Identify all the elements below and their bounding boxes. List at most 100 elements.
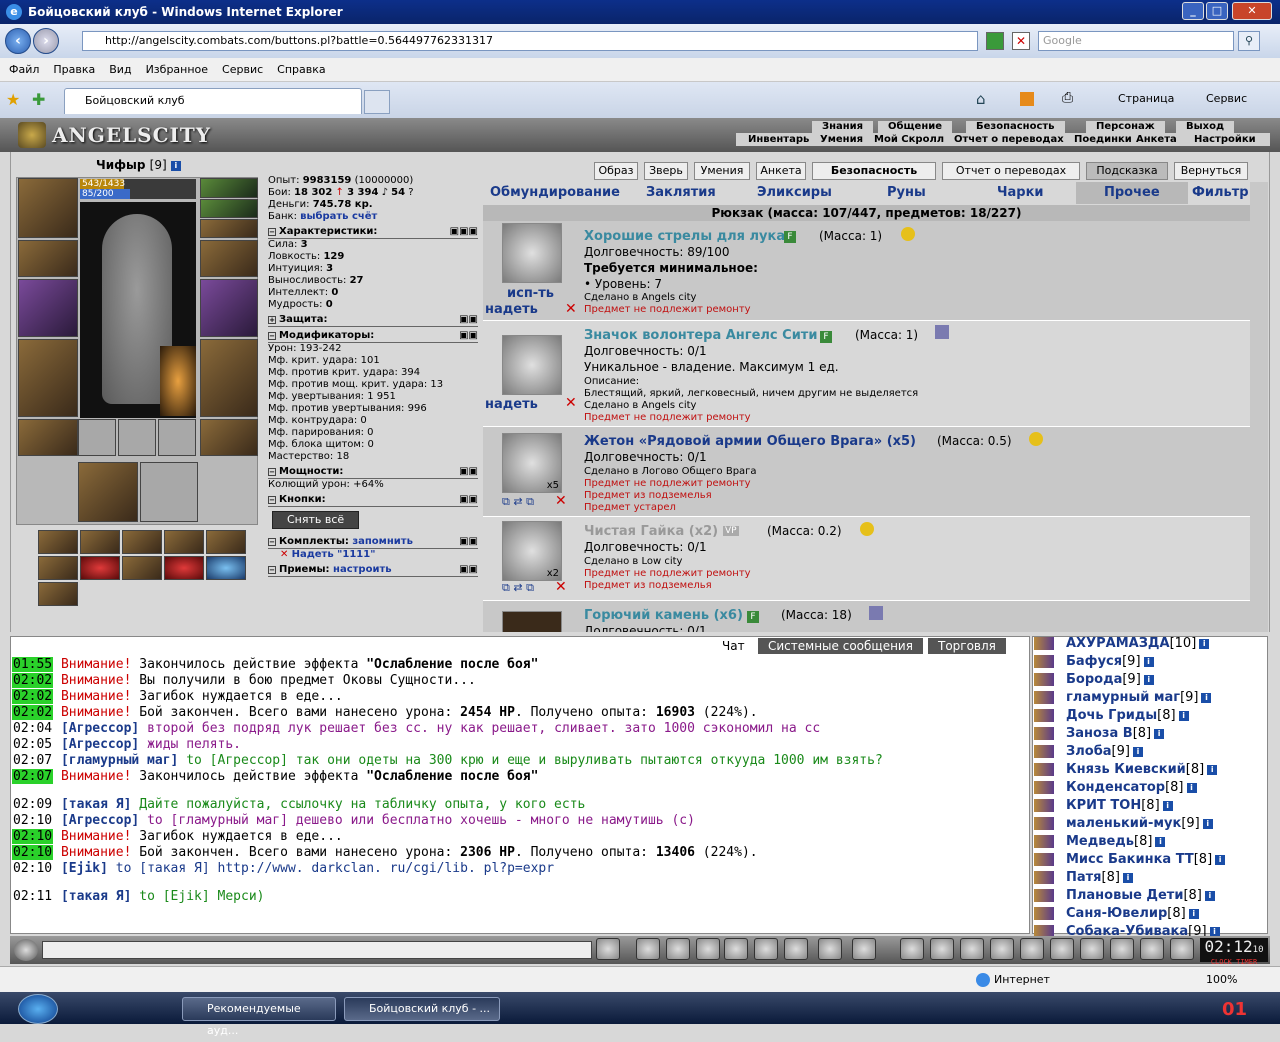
- toolbar-icon[interactable]: [754, 938, 778, 960]
- submenu-scroll[interactable]: Мой Скролл: [874, 134, 944, 146]
- chat-timestamp[interactable]: 02:02: [12, 689, 54, 704]
- info-icon[interactable]: i: [1178, 710, 1189, 721]
- profile-button[interactable]: Анкета: [756, 162, 806, 180]
- tab-fightclub[interactable]: Бойцовский клуб: [64, 88, 362, 114]
- cat-filter[interactable]: Фильтр: [1192, 185, 1249, 200]
- chat-nick[interactable]: [такая Я]: [61, 797, 131, 812]
- split-actions-icon[interactable]: ⧉ ⇄ ⧉: [502, 495, 534, 509]
- refresh-icon[interactable]: [986, 32, 1004, 50]
- user-item[interactable]: Дочь Гриды[8] i: [1034, 708, 1189, 723]
- remember-set-link[interactable]: запомнить: [352, 536, 413, 547]
- belt-slot[interactable]: [18, 419, 78, 456]
- user-item[interactable]: Патя[8] i: [1034, 870, 1133, 885]
- section-protection[interactable]: + Защита: ▣▣: [268, 314, 478, 327]
- helmet-slot[interactable]: [18, 178, 78, 238]
- chat-nick[interactable]: [Агрессор]: [61, 813, 139, 828]
- chat-nick[interactable]: [такая Я]: [61, 889, 131, 904]
- menu-knowledge[interactable]: Знания: [812, 121, 874, 133]
- user-item[interactable]: КРИТ ТОН[8] i: [1034, 798, 1173, 813]
- earrings-slot[interactable]: [200, 178, 258, 198]
- toolbar-icon[interactable]: [596, 938, 620, 960]
- effect-icon[interactable]: [122, 530, 162, 554]
- chat-timestamp[interactable]: 02:10: [12, 861, 53, 876]
- split-actions-icon[interactable]: ⧉ ⇄ ⧉: [502, 581, 534, 595]
- menu-help[interactable]: Справка: [277, 63, 325, 76]
- chat-timestamp[interactable]: 02:09: [12, 797, 53, 812]
- toolbar-icon[interactable]: [1020, 938, 1044, 960]
- section-characteristics[interactable]: − Характеристики: ▣▣▣: [268, 226, 478, 239]
- start-button[interactable]: [18, 994, 58, 1024]
- empty-slot[interactable]: [118, 419, 156, 456]
- toolbar-icon[interactable]: [724, 938, 748, 960]
- user-status-icon[interactable]: [1034, 781, 1054, 794]
- section-power[interactable]: − Мощности: ▣▣: [268, 466, 478, 479]
- user-status-icon[interactable]: [1034, 655, 1054, 668]
- item-name[interactable]: Жетон «Рядовой армии Общего Врага» (x5): [584, 434, 916, 449]
- info-icon[interactable]: i: [1162, 800, 1173, 811]
- item-name[interactable]: Чистая Гайка (x2): [584, 524, 718, 539]
- toolbar-icon[interactable]: [666, 938, 690, 960]
- user-item[interactable]: Злоба[9] i: [1034, 744, 1143, 759]
- menu-edit[interactable]: Правка: [53, 63, 95, 76]
- effect-icon[interactable]: [206, 530, 246, 554]
- stop-icon[interactable]: ✕: [1012, 32, 1030, 50]
- wear-set-link[interactable]: Надеть "1111": [292, 549, 376, 560]
- toolbar-icon[interactable]: [1080, 938, 1104, 960]
- user-status-icon[interactable]: [1034, 907, 1054, 920]
- tab-chat[interactable]: Чат: [712, 638, 755, 654]
- remove-all-button[interactable]: Снять всё: [272, 511, 360, 529]
- info-icon[interactable]: i: [1122, 872, 1133, 883]
- image-button[interactable]: Образ: [594, 162, 638, 180]
- print-icon[interactable]: ⎙: [1062, 90, 1073, 106]
- boots-slot[interactable]: [200, 419, 258, 456]
- use-link[interactable]: исп-ть: [507, 286, 554, 301]
- pet-button[interactable]: Зверь: [644, 162, 688, 180]
- menu-tools[interactable]: Сервис: [222, 63, 263, 76]
- user-status-icon[interactable]: [1034, 817, 1054, 830]
- bracers-slot[interactable]: [18, 240, 78, 277]
- section-buttons[interactable]: − Кнопки: ▣▣: [268, 494, 478, 507]
- chat-timestamp[interactable]: 02:05: [12, 737, 53, 752]
- favorites-star-icon[interactable]: ★: [6, 90, 20, 109]
- back-button[interactable]: ‹: [5, 28, 31, 54]
- cat-other[interactable]: Прочее: [1104, 185, 1160, 200]
- cat-equipment[interactable]: Обмундирование: [490, 185, 620, 200]
- menu-view[interactable]: Вид: [109, 63, 131, 76]
- info-icon[interactable]: i: [1143, 674, 1154, 685]
- legs-slot[interactable]: [200, 339, 258, 417]
- submenu-settings[interactable]: Настройки: [1194, 134, 1256, 146]
- minimize-button[interactable]: _: [1182, 2, 1204, 20]
- toolbar-icon[interactable]: [930, 938, 954, 960]
- effect-icon[interactable]: [38, 582, 78, 606]
- user-status-icon[interactable]: [1034, 763, 1054, 776]
- bank-link[interactable]: выбрать счёт: [300, 211, 377, 222]
- tools-menu[interactable]: Сервис: [1206, 92, 1247, 105]
- chat-nick[interactable]: [гламурный маг]: [61, 753, 178, 768]
- info-icon[interactable]: i: [1188, 908, 1199, 919]
- drop-icon[interactable]: ✕: [565, 395, 577, 411]
- menu-exit[interactable]: Выход: [1176, 121, 1235, 133]
- info-icon[interactable]: i: [1186, 782, 1197, 793]
- menu-character[interactable]: Персонаж: [1086, 121, 1165, 133]
- submenu-skills[interactable]: Умения: [820, 134, 863, 146]
- cat-elixirs[interactable]: Эликсиры: [757, 185, 832, 200]
- tab-trade[interactable]: Торговля: [928, 638, 1006, 654]
- page-menu[interactable]: Страница: [1118, 92, 1174, 105]
- info-icon[interactable]: i: [170, 160, 181, 171]
- user-status-icon[interactable]: [1034, 709, 1054, 722]
- toolbar-icon[interactable]: [1140, 938, 1164, 960]
- gloves-slot[interactable]: [200, 240, 258, 277]
- info-icon[interactable]: i: [1201, 692, 1212, 703]
- toolbar-icon[interactable]: [818, 938, 842, 960]
- item-name[interactable]: Значок волонтера Ангелс Сити: [584, 328, 817, 343]
- user-status-icon[interactable]: [1034, 745, 1054, 758]
- user-item[interactable]: АХУРАМАЗДА[10] i: [1034, 636, 1210, 651]
- chat-nick[interactable]: [Агрессор]: [61, 737, 139, 752]
- chat-timestamp[interactable]: 02:04: [12, 721, 53, 736]
- chat-timestamp[interactable]: 02:02: [12, 705, 54, 720]
- user-item[interactable]: Мисс Бакинка TT[8] i: [1034, 852, 1226, 867]
- user-status-icon[interactable]: [1034, 727, 1054, 740]
- drop-icon[interactable]: ✕: [565, 301, 577, 317]
- toolbar-icon[interactable]: [696, 938, 720, 960]
- info-icon[interactable]: i: [1207, 764, 1218, 775]
